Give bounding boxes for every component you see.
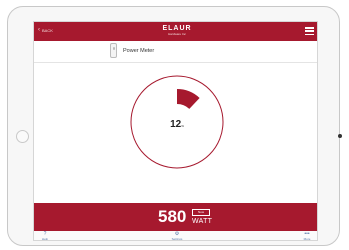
logo-brand: ELAUR bbox=[162, 25, 192, 32]
device-header: Power Meter bbox=[34, 41, 317, 63]
tab-help[interactable]: ? Help bbox=[38, 232, 52, 241]
logo-sub: Hardware Inc bbox=[168, 32, 186, 36]
back-button[interactable]: ‹ BACK bbox=[38, 27, 53, 33]
home-button[interactable] bbox=[16, 130, 29, 143]
gauge-percent: 12 bbox=[170, 119, 182, 130]
tab-settings[interactable]: ⚙ Settings bbox=[170, 232, 184, 241]
camera-dot bbox=[338, 134, 342, 138]
reading-mode-badge[interactable]: Now bbox=[192, 209, 210, 216]
tab-more-label: More bbox=[303, 237, 311, 241]
reading-unit: WATT bbox=[192, 218, 213, 225]
hamburger-menu-icon[interactable] bbox=[305, 27, 314, 35]
power-reading: 580 bbox=[158, 207, 187, 226]
power-meter-icon bbox=[110, 43, 117, 58]
top-bar: ‹ BACK ELAUR Hardware Inc bbox=[34, 22, 317, 41]
tab-help-label: Help bbox=[41, 237, 49, 241]
device-title: Power Meter bbox=[123, 48, 155, 54]
app-screen: ‹ BACK ELAUR Hardware Inc Power Meter 12… bbox=[33, 21, 318, 241]
tab-bar: ? Help ⚙ Settings ••• More bbox=[34, 231, 317, 241]
tab-settings-label: Settings bbox=[171, 237, 183, 241]
chevron-left-icon: ‹ bbox=[38, 27, 40, 33]
power-gauge: 12% bbox=[129, 74, 225, 170]
brand-logo: ELAUR Hardware Inc bbox=[155, 25, 199, 36]
back-label: BACK bbox=[42, 27, 53, 33]
gauge-value: 12% bbox=[129, 119, 225, 130]
reading-bar: 580 Now WATT bbox=[34, 203, 317, 231]
gauge-unit: % bbox=[181, 124, 184, 128]
tab-more[interactable]: ••• More bbox=[300, 232, 314, 241]
